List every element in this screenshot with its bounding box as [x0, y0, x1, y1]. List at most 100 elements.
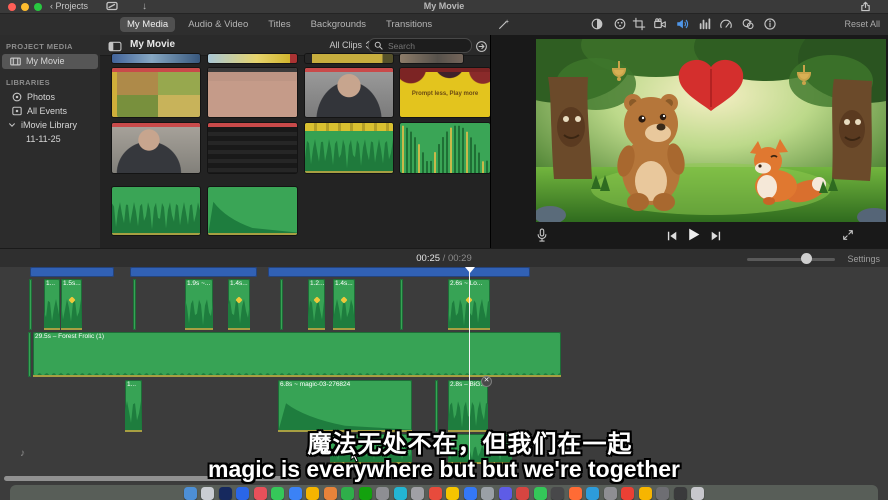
dock-app-icon[interactable]	[551, 487, 564, 500]
dock-app-icon[interactable]	[586, 487, 599, 500]
dock-app-icon[interactable]	[534, 487, 547, 500]
dock-app-icon[interactable]	[481, 487, 494, 500]
dock-app-icon[interactable]	[656, 487, 669, 500]
media-thumbnail[interactable]	[112, 123, 200, 173]
media-thumbnail[interactable]	[208, 187, 297, 235]
media-thumbnail[interactable]	[112, 68, 200, 117]
skip-back-icon[interactable]	[663, 227, 681, 245]
dock-app-icon[interactable]	[464, 487, 477, 500]
playhead-handle[interactable]	[465, 267, 475, 273]
sidebar-toggle-icon[interactable]	[106, 37, 124, 55]
sidebar-item-photos[interactable]: Photos	[4, 90, 55, 104]
effects-icon[interactable]	[739, 15, 757, 33]
color-correction-icon[interactable]	[611, 15, 629, 33]
fullscreen-icon[interactable]	[839, 226, 857, 244]
dock-app-icon[interactable]	[341, 487, 354, 500]
timeline-clip[interactable]: 1.5s...	[61, 279, 82, 330]
timeline-clip[interactable]: 1.4s...	[333, 279, 355, 330]
stabilization-icon[interactable]	[651, 15, 669, 33]
timeline-clip[interactable]: 29.5s – Forest Frolic (1)	[33, 332, 561, 377]
media-thumbnail[interactable]	[305, 123, 393, 173]
remove-clip-icon[interactable]: ✕	[481, 376, 492, 387]
dock-app-icon[interactable]	[271, 487, 284, 500]
reset-all-button[interactable]: Reset All	[844, 19, 880, 29]
settings-button[interactable]: Settings	[847, 254, 880, 264]
play-icon[interactable]	[684, 225, 702, 243]
dock-app-icon[interactable]	[236, 487, 249, 500]
video-strip-clip[interactable]	[268, 267, 530, 277]
dock-app-icon[interactable]	[674, 487, 687, 500]
media-thumbnail[interactable]	[112, 54, 200, 63]
info-icon[interactable]	[761, 15, 779, 33]
sidebar-item-my-movie[interactable]: My Movie	[2, 54, 98, 69]
sidebar-item-imovie-library[interactable]: iMovie Library	[0, 118, 77, 132]
media-thumbnail[interactable]	[305, 68, 393, 117]
dock-app-icon[interactable]	[604, 487, 617, 500]
tab-backgrounds[interactable]: Backgrounds	[304, 17, 373, 32]
dock-app-icon[interactable]	[639, 487, 652, 500]
dock-app-icon[interactable]	[306, 487, 319, 500]
clip-filter-dropdown[interactable]: All Clips	[329, 40, 372, 50]
timeline-clip[interactable]	[280, 279, 283, 330]
dock-app-icon[interactable]	[219, 487, 232, 500]
subtitle-chinese: 魔法无处不在，但我们在一起	[26, 424, 888, 459]
timeline-clip[interactable]	[29, 279, 32, 330]
media-thumbnail[interactable]	[305, 54, 393, 63]
clip-label: 1.4s...	[335, 280, 354, 287]
dock-app-icon[interactable]	[446, 487, 459, 500]
search-input[interactable]	[386, 40, 460, 52]
dock-app-icon[interactable]	[516, 487, 529, 500]
dock-app-icon[interactable]	[394, 487, 407, 500]
video-strip-clip[interactable]	[30, 267, 114, 277]
tab-my-media[interactable]: My Media	[120, 17, 175, 32]
media-thumbnail[interactable]	[112, 187, 200, 235]
tab-audio-video[interactable]: Audio & Video	[181, 17, 255, 32]
media-thumbnail[interactable]	[208, 54, 297, 63]
dock-app-icon[interactable]	[184, 487, 197, 500]
timeline-clip[interactable]	[133, 279, 136, 330]
crop-icon[interactable]	[630, 15, 648, 33]
content-filter-arrow-icon[interactable]	[472, 37, 490, 55]
tab-titles[interactable]: Titles	[261, 17, 297, 32]
skip-forward-icon[interactable]	[707, 227, 725, 245]
timeline-zoom-slider[interactable]	[747, 258, 835, 261]
preview-video[interactable]	[536, 39, 886, 222]
dock-app-icon[interactable]	[621, 487, 634, 500]
media-thumbnail[interactable]	[400, 123, 490, 173]
search-field[interactable]	[368, 38, 472, 53]
dock-app-icon[interactable]	[569, 487, 582, 500]
share-icon[interactable]	[860, 0, 871, 14]
tab-transitions[interactable]: Transitions	[379, 17, 439, 32]
media-thumbnail[interactable]	[208, 68, 297, 117]
dock-app-icon[interactable]	[324, 487, 337, 500]
dock-app-icon[interactable]	[691, 487, 704, 500]
timeline-clip[interactable]	[400, 279, 403, 330]
timeline-clip[interactable]: 1...	[44, 279, 60, 330]
volume-icon[interactable]	[673, 15, 691, 33]
noise-reduction-icon[interactable]	[696, 15, 714, 33]
dock-app-icon[interactable]	[359, 487, 372, 500]
sidebar-item-library-date[interactable]: 11-11-25	[18, 132, 61, 146]
timeline-zoom-knob[interactable]	[801, 253, 812, 264]
video-strip-clip[interactable]	[130, 267, 257, 277]
microphone-icon[interactable]	[533, 226, 551, 244]
media-thumbnail[interactable]: Prompt less, Play more	[400, 68, 490, 117]
timeline-clip[interactable]: 1.2...	[308, 279, 325, 330]
speed-icon[interactable]	[717, 15, 735, 33]
enhance-wand-icon[interactable]	[495, 15, 513, 33]
dock-app-icon[interactable]	[429, 487, 442, 500]
dock-app-icon[interactable]	[376, 487, 389, 500]
dock-app-icon[interactable]	[499, 487, 512, 500]
media-thumbnail[interactable]	[400, 54, 463, 63]
timeline-clip[interactable]	[28, 332, 31, 377]
dock-app-icon[interactable]	[289, 487, 302, 500]
dock-app-icon[interactable]	[411, 487, 424, 500]
timeline-clip[interactable]: 1.4s...	[228, 279, 250, 330]
color-balance-icon[interactable]	[588, 15, 606, 33]
sidebar-item-all-events[interactable]: All Events	[4, 104, 67, 118]
dock-app-icon[interactable]	[201, 487, 214, 500]
timeline-clip[interactable]: 1.9s ~...	[185, 279, 213, 330]
clip-baseline	[333, 328, 355, 331]
dock-app-icon[interactable]	[254, 487, 267, 500]
media-thumbnail[interactable]	[208, 123, 297, 173]
